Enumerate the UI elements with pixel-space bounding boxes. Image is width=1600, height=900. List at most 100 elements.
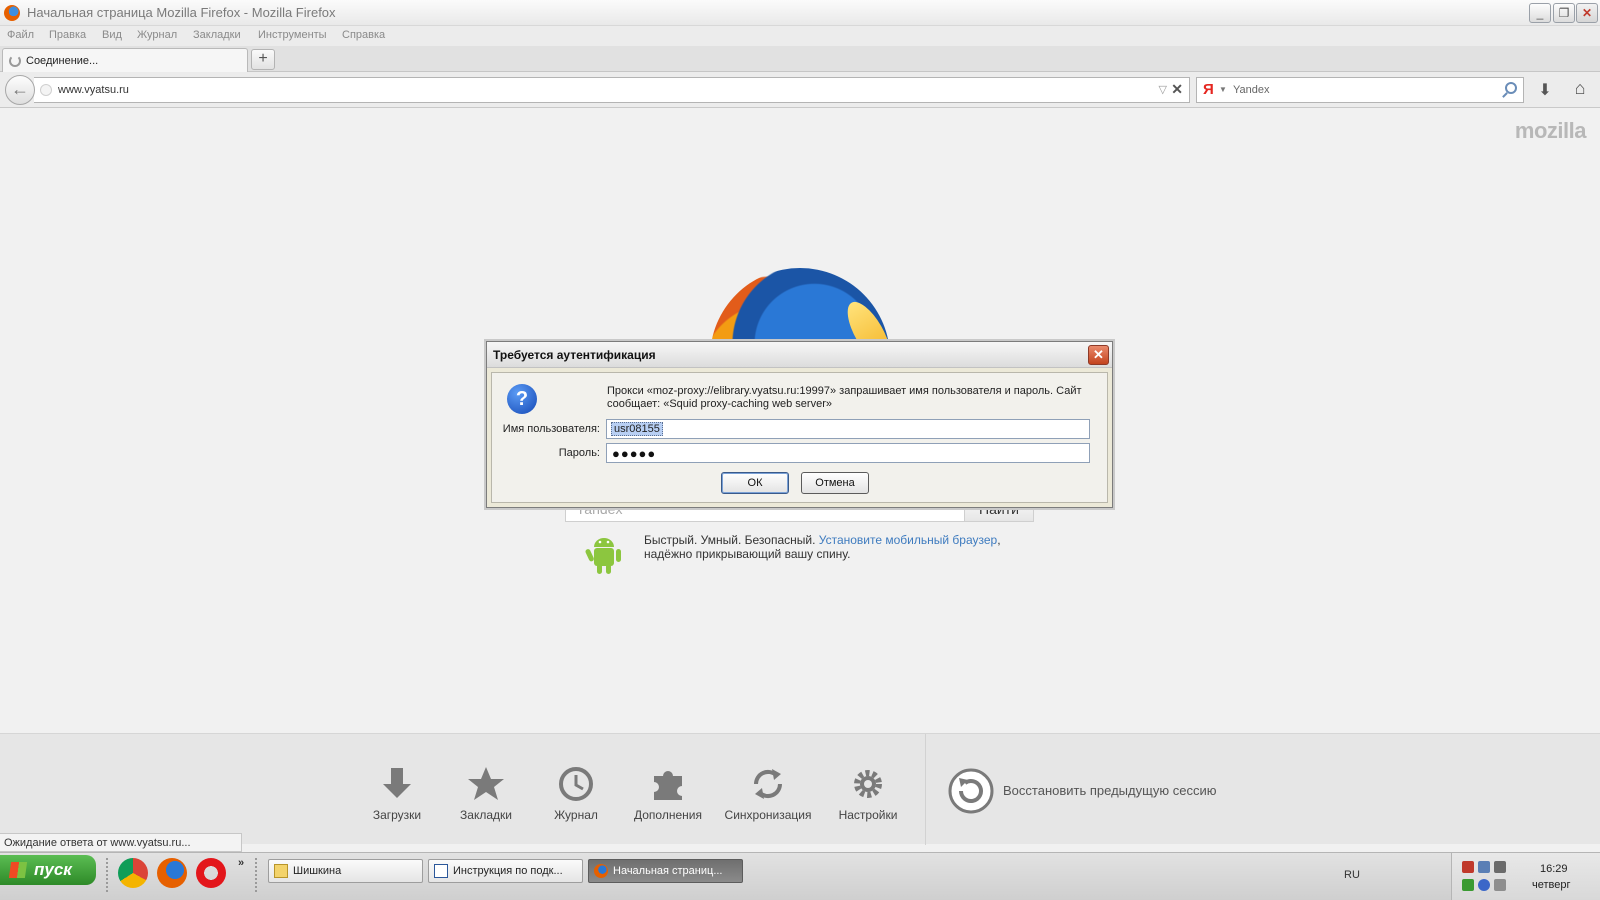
android-icon [585,538,621,574]
task-folder-shishkina[interactable]: Шишкина [268,859,423,883]
dialog-message: Прокси «moz-proxy://elibrary.vyatsu.ru:1… [607,385,1082,410]
password-mask: ●●●●● [612,446,657,461]
engine-dropdown-icon[interactable]: ▼ [1219,85,1227,94]
addons-puzzle-icon [654,771,682,800]
minimize-button[interactable]: _ [1529,3,1551,23]
launcher-bar: Загрузки Закладки Журнал Дополнения Синх… [0,733,1600,845]
password-label: Пароль: [558,447,600,459]
system-tray: 16:29 четверг [1451,853,1600,900]
settings-gear-icon [854,770,882,798]
search-input[interactable]: Yandex [1233,84,1270,96]
start-button[interactable]: пуск [0,855,96,885]
loading-throbber-icon [9,55,21,67]
promo-text: Быстрый. Умный. Безопасный. [644,533,816,547]
tasks-grip[interactable] [255,858,259,892]
yandex-engine-icon[interactable]: Я [1203,81,1214,98]
taskbar: пуск » Шишкина Инструкция по подк... Нач… [0,852,1600,900]
firefox-icon[interactable] [157,858,187,888]
home-icon[interactable]: ⌂ [1568,78,1592,100]
task-label: Инструкция по подк... [453,865,563,877]
launcher-label: Синхронизация [724,808,812,822]
task-firefox-start[interactable]: Начальная страниц... [588,859,743,883]
quicklaunch-grip[interactable] [106,858,110,892]
stop-icon[interactable]: ✕ [1171,81,1183,98]
promo-comma: , [997,533,1001,547]
network-icon[interactable] [1478,861,1490,873]
promo-link[interactable]: Установите мобильный браузер [819,533,997,547]
auth-dialog: Требуется аутентификация ✕ ? Прокси «moz… [486,341,1113,508]
tab-bar: Соединение... + [0,46,1600,73]
dialog-title: Требуется аутентификация [493,348,656,362]
clock-day: четверг [1532,879,1571,891]
url-text[interactable]: www.vyatsu.ru [58,84,129,96]
tab-label: Соединение... [26,55,99,67]
new-tab-button[interactable]: + [251,49,275,70]
username-label: Имя пользователя: [502,423,600,435]
clock-time[interactable]: 16:29 [1540,863,1568,875]
task-label: Начальная страниц... [613,865,723,877]
launcher-downloads[interactable]: Загрузки [347,764,447,822]
bluetooth-icon[interactable] [1478,879,1490,891]
username-value: usr08155 [611,422,663,436]
menu-help[interactable]: Справка [342,29,385,41]
back-button[interactable]: ← [5,75,35,105]
opera-icon[interactable] [196,858,226,888]
launcher-history[interactable]: Журнал [526,764,626,822]
launcher-sync[interactable]: Синхронизация [718,764,818,822]
ok-button[interactable]: ОК [721,472,789,494]
launcher-label: Дополнения [634,808,702,822]
sync-icon [753,769,783,799]
promo-line2: надёжно прикрывающий вашу спину. [644,547,851,561]
quicklaunch-more-icon[interactable]: » [238,857,244,869]
launcher-addons[interactable]: Дополнения [618,764,718,822]
chrome-icon[interactable] [118,858,148,888]
task-word-instruction[interactable]: Инструкция по подк... [428,859,583,883]
username-field[interactable]: usr08155 [606,419,1090,439]
tab-loading[interactable]: Соединение... [2,48,248,73]
menu-view[interactable]: Вид [102,29,122,41]
bookmark-star-icon [468,767,504,800]
restore-session-icon[interactable] [948,768,994,814]
task-label: Шишкина [293,865,342,877]
launcher-divider [925,734,926,845]
launcher-label: Загрузки [372,808,422,822]
launcher-label: Настройки [838,808,898,822]
menu-history[interactable]: Журнал [137,29,177,41]
launcher-bookmarks[interactable]: Закладки [436,764,536,822]
question-icon: ? [507,384,537,414]
menu-bookmarks[interactable]: Закладки [193,29,241,41]
restore-session-button[interactable]: Восстановить предыдущую сессию [1003,783,1217,798]
launcher-settings[interactable]: Настройки [818,764,918,822]
language-indicator[interactable]: RU [1344,869,1360,881]
maximize-button[interactable]: ❐ [1553,3,1575,23]
dialog-body: ? Прокси «moz-proxy://elibrary.vyatsu.ru… [491,372,1108,503]
status-bar: Ожидание ответа от www.vyatsu.ru... [0,833,242,852]
dialog-titlebar[interactable]: Требуется аутентификация ✕ [487,342,1112,368]
mobile-promo: Быстрый. Умный. Безопасный. Установите м… [644,533,1001,561]
search-icon[interactable] [1505,82,1517,94]
tray-app-icon[interactable] [1462,879,1474,891]
dialog-close-button[interactable]: ✕ [1088,345,1109,365]
history-clock-icon [559,767,593,801]
launcher-label: Закладки [460,808,512,822]
menu-tools[interactable]: Инструменты [258,29,327,41]
site-identity-icon[interactable] [40,84,52,96]
kaspersky-icon[interactable] [1462,861,1474,873]
cancel-button[interactable]: Отмена [801,472,869,494]
menu-file[interactable]: Файл [7,29,34,41]
firefox-icon [594,864,608,878]
menu-bar: Файл Правка Вид Журнал Закладки Инструме… [0,26,1600,46]
menu-edit[interactable]: Правка [49,29,86,41]
status-text: Ожидание ответа от www.vyatsu.ru... [4,837,191,849]
volume-icon[interactable] [1494,861,1506,873]
start-label: пуск [34,860,72,879]
close-window-button[interactable]: ✕ [1576,3,1598,23]
downloads-icon[interactable]: ⬇ [1534,80,1556,102]
safely-remove-icon[interactable] [1494,879,1506,891]
url-bar[interactable]: www.vyatsu.ru ▽ ✕ [34,77,1190,103]
search-bar[interactable]: Я ▼ Yandex [1196,77,1524,103]
url-dropdown-icon[interactable]: ▽ [1159,83,1167,96]
password-field[interactable]: ●●●●● [606,443,1090,463]
download-icon [383,768,411,798]
windows-flag-icon [8,862,28,878]
